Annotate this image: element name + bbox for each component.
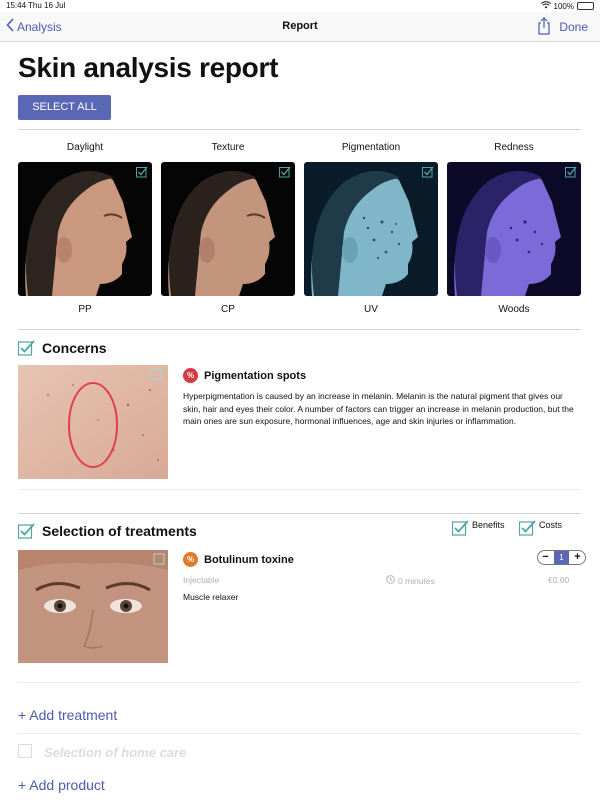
duration-text: 0 minutes	[398, 575, 435, 586]
checkbox-checked-icon[interactable]	[136, 166, 148, 178]
divider	[18, 329, 581, 330]
add-product-button[interactable]: + Add product	[18, 777, 105, 793]
checkbox-checked-icon[interactable]	[422, 166, 434, 178]
benefits-toggle[interactable]: Benefits	[452, 520, 505, 536]
photo-daylight[interactable]	[18, 162, 152, 296]
nav-title: Report	[282, 20, 318, 32]
label-uv: UV	[364, 304, 378, 315]
status-time: 15:44	[6, 1, 27, 10]
label-texture: Texture	[211, 142, 245, 153]
share-icon[interactable]	[537, 17, 551, 40]
home-care-header: Selection of home care	[17, 743, 187, 760]
quantity-value: 1	[554, 551, 569, 564]
treatment-subtitle: Muscle relaxer	[183, 592, 239, 602]
treatments-checkbox[interactable]	[17, 523, 35, 539]
wifi-icon	[540, 1, 551, 11]
injectable-icon: %	[183, 552, 198, 567]
photo-pigmentation[interactable]	[304, 162, 438, 296]
clock-icon	[386, 575, 395, 586]
status-date: Thu 16 Jul	[28, 1, 66, 10]
concern-description: Hyperpigmentation is caused by an increa…	[183, 391, 574, 426]
navigation-bar: Analysis Report Done	[0, 12, 600, 42]
treatments-title: Selection of treatments	[42, 523, 197, 539]
divider	[18, 733, 581, 734]
label-pigmentation: Pigmentation	[341, 142, 401, 153]
label-woods: Woods	[498, 304, 530, 315]
checkbox-checked-icon	[452, 520, 469, 536]
benefits-label: Benefits	[472, 520, 505, 530]
back-button[interactable]: Analysis	[6, 18, 62, 35]
concern-photo[interactable]	[18, 365, 168, 479]
treatments-header: Selection of treatments	[17, 523, 197, 539]
concerns-title: Concerns	[42, 340, 107, 356]
treatment-category: Injectable	[183, 575, 220, 585]
treatment-duration: 0 minutes	[386, 575, 435, 586]
select-all-button[interactable]: SELECT ALL	[18, 95, 111, 120]
back-label: Analysis	[17, 19, 62, 34]
battery-percent: 100%	[553, 1, 574, 11]
costs-toggle[interactable]: Costs	[519, 520, 562, 536]
concerns-checkbox[interactable]	[17, 340, 35, 356]
label-redness: Redness	[494, 142, 534, 153]
treatment-item-title: % Botulinum toxine	[183, 552, 294, 567]
status-right: 100%	[540, 1, 594, 11]
checkbox-checked-icon[interactable]	[279, 166, 291, 178]
done-button[interactable]: Done	[559, 20, 588, 34]
checkbox-checked-icon	[519, 520, 536, 536]
treatment-price: €0.00	[548, 575, 570, 585]
concern-item-title: % Pigmentation spots	[183, 368, 306, 383]
treatment-photo[interactable]	[18, 550, 168, 663]
divider	[18, 513, 581, 514]
divider	[18, 129, 581, 130]
increment-button[interactable]: +	[572, 552, 583, 563]
pigmentation-icon: %	[183, 368, 198, 383]
home-care-checkbox[interactable]	[17, 743, 34, 760]
label-daylight: Daylight	[66, 142, 104, 153]
label-cp: CP	[221, 304, 235, 315]
concerns-header: Concerns	[17, 340, 107, 356]
quantity-stepper[interactable]: − 1 +	[537, 550, 586, 565]
photo-redness[interactable]	[447, 162, 581, 296]
home-care-title: Selection of home care	[44, 744, 187, 760]
divider	[18, 682, 581, 683]
chevron-left-icon	[6, 18, 14, 35]
concern-name: Pigmentation spots	[204, 369, 307, 382]
checkbox-checked-icon[interactable]	[565, 166, 577, 178]
costs-label: Costs	[539, 520, 563, 530]
photo-texture[interactable]	[161, 162, 295, 296]
decrement-button[interactable]: −	[540, 552, 551, 563]
battery-icon	[577, 2, 594, 10]
status-bar: 15:44 Thu 16 Jul 100%	[0, 0, 600, 11]
treatment-name: Botulinum toxine	[204, 553, 294, 566]
page-title: Skin analysis report	[18, 52, 279, 83]
label-pp: PP	[78, 304, 92, 315]
add-treatment-button[interactable]: + Add treatment	[18, 707, 117, 723]
divider	[18, 489, 581, 490]
